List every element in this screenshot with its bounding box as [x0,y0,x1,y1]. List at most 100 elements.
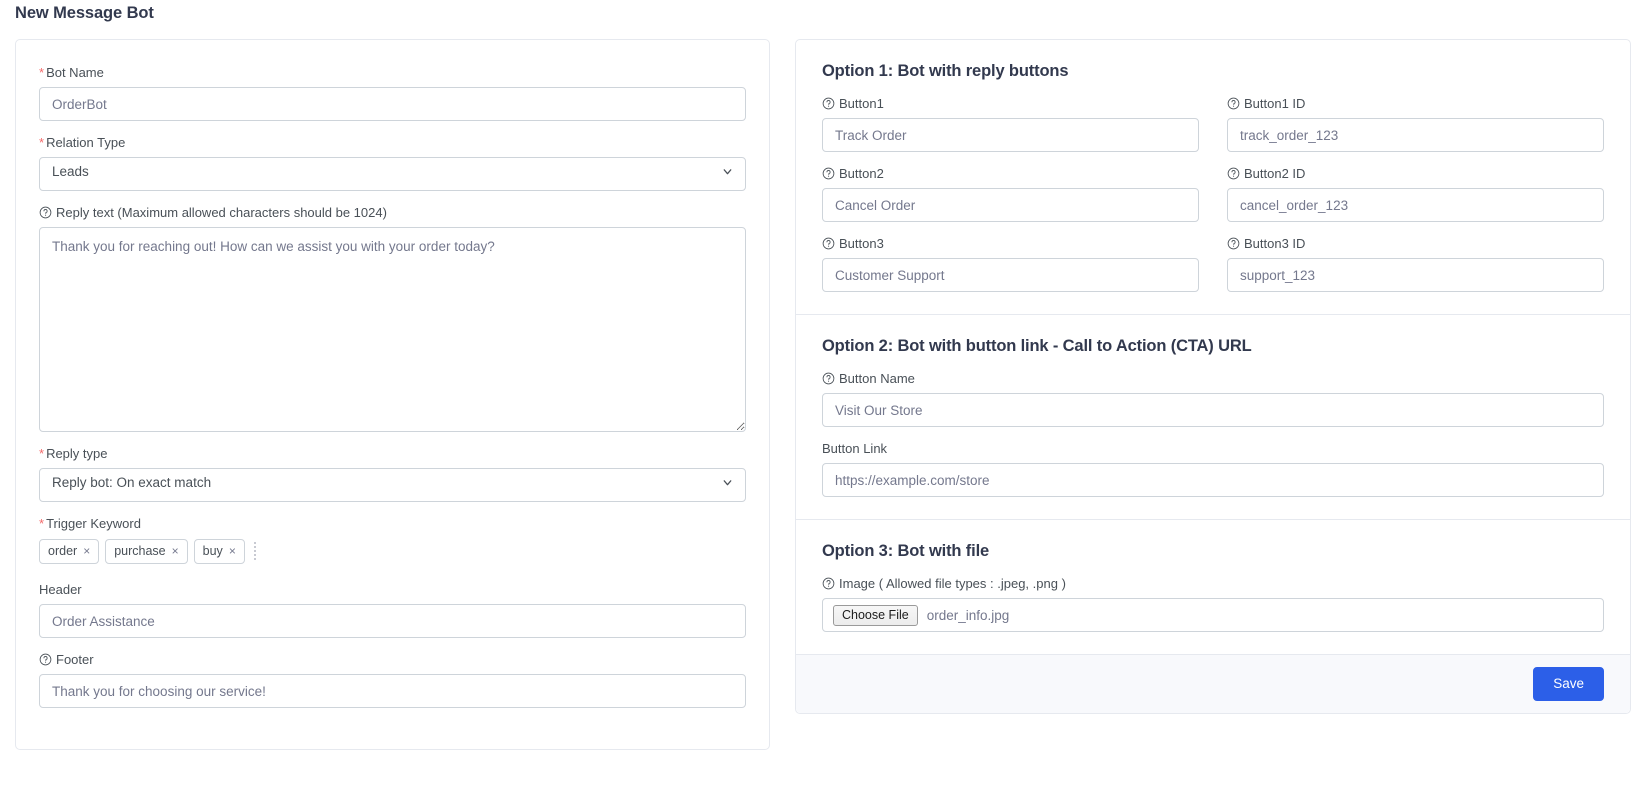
header-label: Header [39,581,746,598]
question-circle-icon [1227,237,1240,250]
question-circle-icon [822,97,835,110]
button2-label-text: Button2 [839,166,884,181]
field-header: Header [39,581,746,638]
cta-button-name-input[interactable] [822,393,1604,427]
field-button3-id: Button3 ID [1227,235,1604,292]
footer-input[interactable] [39,674,746,708]
button3-id-input[interactable] [1227,258,1604,292]
cta-button-name-label-text: Button Name [839,371,915,386]
question-circle-icon [1227,97,1240,110]
bot-name-label: * Bot Name [39,64,746,81]
reply-text-label-text: Reply text (Maximum allowed characters s… [56,205,387,220]
remove-tag-icon[interactable]: × [229,545,236,557]
trigger-keyword-tag-input[interactable]: order × purchase × buy × [39,538,746,564]
keyword-tag-label: order [48,543,78,558]
question-circle-icon [822,577,835,590]
field-cta-button-name: Button Name [822,370,1604,427]
relation-type-label-text: Relation Type [46,135,126,150]
question-circle-icon [822,167,835,180]
button2-label: Button2 [822,165,1199,182]
field-image-upload: Image ( Allowed file types : .jpeg, .png… [822,575,1604,632]
page-title: New Message Bot [15,4,154,22]
button3-id-label-text: Button3 ID [1244,236,1306,251]
button2-name-input[interactable] [822,188,1199,222]
keyword-tag-label: buy [202,543,223,558]
form-footer-bar: Save [796,654,1630,713]
field-relation-type: * Relation Type Leads [39,134,746,191]
trigger-keyword-label-text: Trigger Keyword [46,516,141,531]
bot-name-input[interactable] [39,87,746,121]
button2-id-label-text: Button2 ID [1244,166,1306,181]
button1-label-text: Button1 [839,96,884,111]
question-circle-icon [1227,167,1240,180]
option2-title: Option 2: Bot with button link - Call to… [822,337,1252,355]
field-button2-name: Button2 [822,165,1199,222]
button1-id-input[interactable] [1227,118,1604,152]
required-asterisk: * [39,446,45,461]
required-asterisk: * [39,516,45,531]
save-button[interactable]: Save [1533,667,1604,701]
reply-text-label: Reply text (Maximum allowed characters s… [39,204,746,221]
button3-id-label: Button3 ID [1227,235,1604,252]
bot-name-label-text: Bot Name [46,65,104,80]
field-button1-name: Button1 [822,95,1199,152]
cta-button-link-label-text: Button Link [822,441,888,456]
option3-section: Option 3: Bot with file Image ( Allowed … [796,519,1630,654]
button2-id-label: Button2 ID [1227,165,1604,182]
field-footer: Footer [39,651,746,708]
button1-id-label: Button1 ID [1227,95,1604,112]
reply-type-select-wrap: Reply bot: On exact match [39,468,746,502]
message-bot-form-page: New Message Bot *Bot Name *Relation Type… [0,0,1646,794]
reply-type-select[interactable]: Reply bot: On exact match [39,468,746,502]
keyword-tag[interactable]: order × [39,538,100,564]
bot-details-card: *Bot Name *Relation Type Leads [15,39,770,750]
field-button1-id: Button1 ID [1227,95,1604,152]
keyword-tag-label: purchase [114,543,166,558]
field-button3-name: Button3 [822,235,1199,292]
choose-file-button[interactable]: Choose File [833,604,918,626]
trigger-keyword-label: * Trigger Keyword [39,515,746,532]
field-reply-text: Reply text (Maximum allowed characters s… [39,204,746,432]
cta-button-name-label: Button Name [822,370,1604,387]
field-cta-button-link: Button Link [822,440,1604,497]
keyword-tag[interactable]: purchase × [105,538,188,564]
header-label-text: Header [39,582,82,597]
remove-tag-icon[interactable]: × [83,545,90,557]
cta-button-link-input[interactable] [822,463,1604,497]
button1-name-input[interactable] [822,118,1199,152]
option1-grid: Button1 Button1 ID [822,95,1604,292]
reply-text-textarea[interactable] [39,227,746,432]
question-circle-icon [822,372,835,385]
keyword-tag[interactable]: buy × [193,538,245,564]
footer-label: Footer [39,651,746,668]
image-upload-label: Image ( Allowed file types : .jpeg, .png… [822,575,1604,592]
button2-id-input[interactable] [1227,188,1604,222]
question-circle-icon [39,206,52,219]
reply-type-label: * Reply type [39,445,746,462]
header-input[interactable] [39,604,746,638]
footer-label-text: Footer [56,652,94,667]
option3-title: Option 3: Bot with file [822,542,990,560]
relation-type-label: * Relation Type [39,134,746,151]
field-reply-type: * Reply type Reply bot: On exact match [39,445,746,502]
cta-button-link-label: Button Link [822,440,1604,457]
button3-label: Button3 [822,235,1199,252]
image-upload-label-text: Image ( Allowed file types : .jpeg, .png… [839,576,1066,591]
selected-file-name: order_info.jpg [926,607,1010,623]
option2-section: Option 2: Bot with button link - Call to… [796,314,1630,519]
button3-name-input[interactable] [822,258,1199,292]
required-asterisk: * [39,135,45,150]
button3-label-text: Button3 [839,236,884,251]
option1-title: Option 1: Bot with reply buttons [822,62,1069,80]
question-circle-icon [822,237,835,250]
drag-handle-icon[interactable] [251,540,259,562]
required-asterisk: * [39,65,45,80]
question-circle-icon [39,653,52,666]
field-button2-id: Button2 ID [1227,165,1604,222]
button1-id-label-text: Button1 ID [1244,96,1306,111]
relation-type-select[interactable]: Leads [39,157,746,191]
option1-section: Option 1: Bot with reply buttons Button1 [796,40,1630,314]
image-file-input[interactable]: Choose File order_info.jpg [822,598,1604,632]
field-bot-name: * Bot Name [39,64,746,121]
remove-tag-icon[interactable]: × [172,545,179,557]
